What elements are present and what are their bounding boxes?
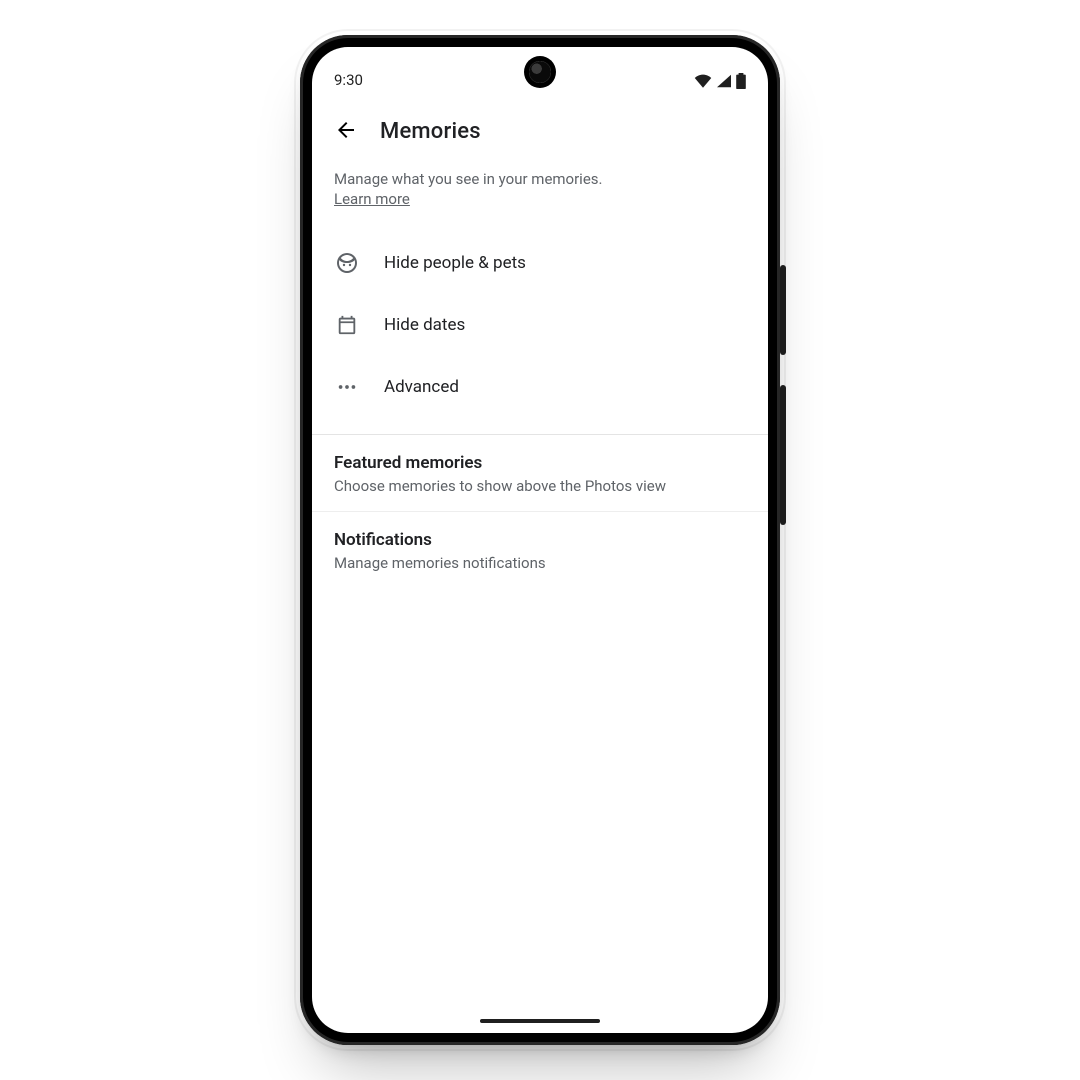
- menu-item-hide-dates[interactable]: Hide dates: [312, 294, 768, 356]
- face-icon: [334, 250, 360, 276]
- phone-side-button: [780, 385, 786, 525]
- battery-icon: [736, 73, 746, 89]
- phone-frame: 9:30 Memories: [300, 35, 780, 1045]
- intro-text: Manage what you see in your memories. Le…: [312, 163, 768, 228]
- menu-label: Hide people & pets: [384, 253, 526, 273]
- status-time: 9:30: [334, 71, 363, 89]
- section-subtitle: Manage memories notifications: [334, 554, 746, 572]
- section-title: Notifications: [334, 530, 746, 550]
- menu-item-hide-people[interactable]: Hide people & pets: [312, 232, 768, 294]
- arrow-left-icon: [334, 118, 358, 145]
- section-title: Featured memories: [334, 453, 746, 473]
- app-bar: Memories: [312, 95, 768, 163]
- phone-screen: 9:30 Memories: [312, 47, 768, 1033]
- cellular-icon: [716, 74, 732, 88]
- page-title: Memories: [380, 119, 481, 144]
- section-notifications[interactable]: Notifications Manage memories notificati…: [312, 512, 768, 588]
- back-button[interactable]: [332, 117, 360, 145]
- menu-label: Hide dates: [384, 315, 465, 335]
- menu-item-advanced[interactable]: Advanced: [312, 356, 768, 418]
- gesture-nav-handle[interactable]: [480, 1019, 600, 1023]
- menu-label: Advanced: [384, 377, 459, 397]
- wifi-icon: [694, 74, 712, 88]
- more-horizontal-icon: [334, 374, 360, 400]
- app-content: Memories Manage what you see in your mem…: [312, 91, 768, 588]
- learn-more-link[interactable]: Learn more: [334, 190, 410, 208]
- section-subtitle: Choose memories to show above the Photos…: [334, 477, 746, 495]
- intro-line: Manage what you see in your memories.: [334, 170, 602, 188]
- settings-menu: Hide people & pets Hide dates: [312, 228, 768, 428]
- phone-side-button: [780, 265, 786, 355]
- camera-punch-hole: [529, 61, 551, 83]
- calendar-icon: [334, 312, 360, 338]
- section-featured-memories[interactable]: Featured memories Choose memories to sho…: [312, 435, 768, 512]
